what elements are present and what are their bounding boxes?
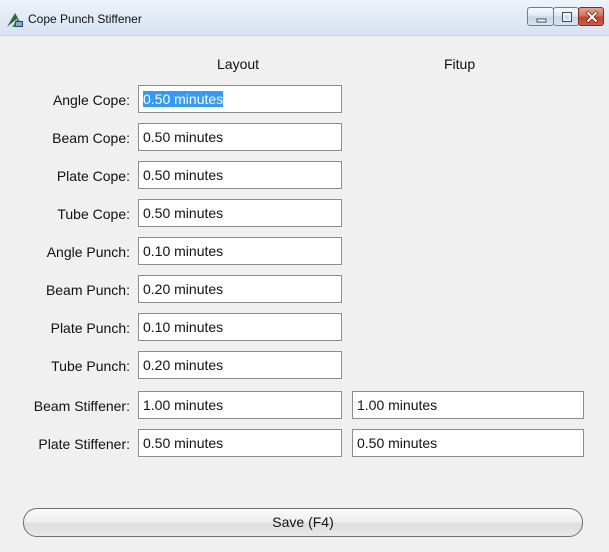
plate-punch-layout-field[interactable]: 0.10 minutes	[138, 313, 342, 341]
tube-cope-layout-field[interactable]: 0.50 minutes	[138, 199, 342, 227]
beam-punch-layout-field[interactable]: 0.20 minutes	[138, 275, 342, 303]
angle-punch-layout-field[interactable]: 0.10 minutes	[138, 237, 342, 265]
beam-stiffener-fitup-field[interactable]: 1.00 minutes	[352, 391, 584, 419]
angle-cope-label: Angle Cope:	[52, 92, 130, 108]
app-icon	[6, 12, 24, 28]
maximize-icon	[562, 12, 572, 22]
beam-punch-label: Beam Punch:	[45, 282, 130, 298]
plate-cope-layout-field[interactable]: 0.50 minutes	[138, 161, 342, 189]
plate-stiffener-label: Plate Stiffener:	[38, 436, 130, 452]
angle-cope-layout-value: 0.50 minutes	[143, 91, 224, 107]
plate-punch-label: Plate Punch:	[50, 320, 130, 336]
angle-punch-label: Angle Punch:	[46, 244, 130, 260]
angle-cope-layout-field[interactable]: 0.50 minutes	[138, 85, 342, 113]
beam-stiffener-layout-field[interactable]: 1.00 minutes	[138, 391, 342, 419]
save-button[interactable]: Save (F4)	[23, 508, 583, 537]
beam-stiffener-label: Beam Stiffener:	[33, 398, 130, 414]
close-button[interactable]	[578, 7, 604, 26]
window-title: Cope Punch Stiffener	[28, 12, 142, 26]
tube-cope-label: Tube Cope:	[57, 206, 130, 222]
column-header-fitup: Fitup	[444, 56, 476, 72]
plate-cope-label: Plate Cope:	[56, 168, 130, 184]
close-icon	[586, 11, 598, 23]
column-header-layout: Layout	[217, 56, 260, 72]
minimize-button[interactable]	[527, 7, 554, 26]
plate-stiffener-fitup-field[interactable]: 0.50 minutes	[352, 429, 584, 457]
beam-cope-layout-field[interactable]: 0.50 minutes	[138, 123, 342, 151]
minimize-icon	[536, 18, 547, 23]
tube-punch-layout-field[interactable]: 0.20 minutes	[138, 351, 342, 379]
beam-cope-label: Beam Cope:	[52, 130, 130, 146]
title-bar[interactable]: Cope Punch Stiffener	[0, 0, 609, 36]
maximize-button[interactable]	[553, 7, 579, 26]
tube-punch-label: Tube Punch:	[51, 358, 130, 374]
plate-stiffener-layout-field[interactable]: 0.50 minutes	[138, 429, 342, 457]
